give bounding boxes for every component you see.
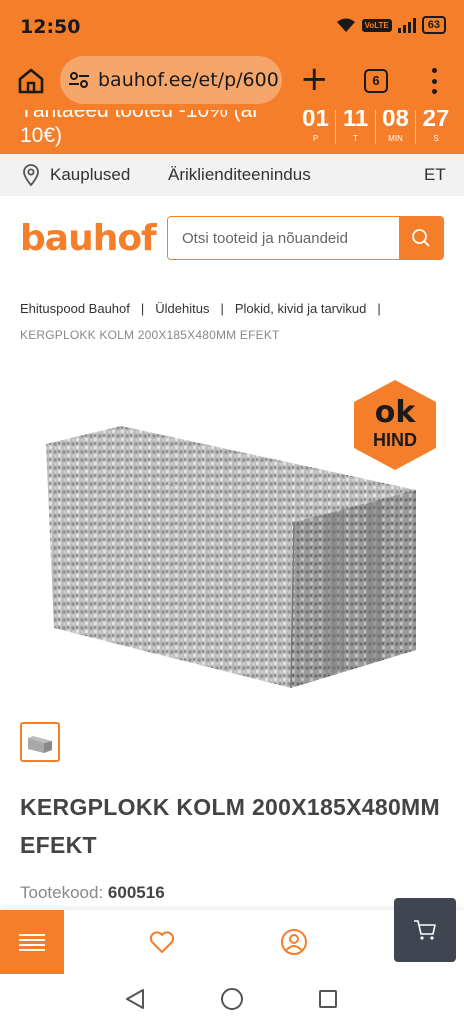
search-button[interactable] (399, 217, 443, 259)
site-settings-icon[interactable] (68, 69, 90, 91)
badge-ok-text: ok (375, 395, 417, 430)
system-navigation-bar (0, 974, 464, 1024)
status-time: 12:50 (20, 16, 81, 38)
countdown-minutes: 08 MIN (376, 110, 416, 144)
site-header: bauhof (0, 196, 464, 278)
countdown-seconds: 27 S (422, 110, 450, 143)
recent-apps-icon[interactable] (319, 990, 337, 1008)
browser-menu-icon[interactable] (428, 68, 440, 94)
system-home-icon[interactable] (221, 988, 243, 1010)
countdown-days: 01 P (296, 110, 336, 144)
url-text: bauhof.ee/et/p/600 (98, 69, 279, 91)
ok-hind-badge: ok HIND (354, 380, 436, 470)
badge-hind-text: HIND (373, 430, 417, 450)
thumbnail-image (28, 736, 52, 753)
product-code-value: 600516 (107, 883, 165, 902)
bottom-navigation (0, 898, 464, 974)
back-icon[interactable] (124, 988, 146, 1010)
browser-toolbar: bauhof.ee/et/p/600 + 6 (0, 52, 464, 110)
business-client-link[interactable]: Äriklienditeenindus (168, 165, 311, 185)
language-selector[interactable]: ET (424, 165, 446, 185)
breadcrumb-current: KERGPLOKK KOLM 200X185X480MM EFEKT (20, 328, 280, 342)
product-thumbnail[interactable] (20, 722, 60, 762)
product-code: Tootekood: 600516 (20, 883, 165, 903)
home-icon[interactable] (16, 66, 46, 96)
product-code-label: Tootekood: (20, 883, 104, 902)
user-icon[interactable] (280, 928, 308, 956)
cart-button[interactable] (394, 898, 456, 962)
search-input[interactable] (168, 217, 399, 259)
status-icons: VoLTE 63 (336, 16, 446, 34)
volte-icon: VoLTE (361, 18, 392, 32)
battery-icon: 63 (421, 16, 446, 34)
signal-icon (397, 17, 416, 33)
countdown-hours: 11 T (336, 110, 376, 144)
search-icon (412, 229, 430, 247)
stores-link[interactable]: Kauplused (50, 165, 130, 185)
breadcrumb: Ehituspood Bauhof | Üldehitus | Plokid, kivi… (20, 296, 450, 348)
bauhof-logo[interactable]: bauhof (20, 218, 157, 259)
heart-icon[interactable] (148, 928, 176, 956)
tab-switcher-button[interactable]: 6 (364, 69, 388, 93)
status-bar: 12:50 VoLTE 63 (0, 0, 464, 52)
promo-banner[interactable]: Tähtaeed tooted -10% (al 10€) 01 P 11 T 08… (0, 110, 464, 154)
hamburger-icon (19, 934, 45, 951)
product-title: KERGPLOKK KOLM 200X185X480MM EFEKT (20, 794, 440, 858)
cart-icon (414, 920, 436, 940)
wifi-icon (336, 18, 355, 32)
search-box (167, 216, 444, 260)
location-pin-icon (23, 164, 39, 186)
breadcrumb-item[interactable]: Plokid, kivid ja tarvikud (235, 301, 367, 316)
countdown-timer: 01 P 11 T 08 MIN 27 S (296, 110, 456, 144)
breadcrumb-item[interactable]: Üldehitus (155, 301, 209, 316)
breadcrumb-item[interactable]: Ehituspood Bauhof (20, 301, 130, 316)
address-bar[interactable]: bauhof.ee/et/p/600 (60, 56, 282, 104)
hamburger-menu-button[interactable] (0, 910, 64, 974)
new-tab-button[interactable]: + (300, 62, 329, 98)
promo-text: Tähtaeed tooted -10% (al 10€) (20, 110, 257, 147)
info-bar: Kauplused Äriklienditeenindus ET (0, 154, 464, 196)
